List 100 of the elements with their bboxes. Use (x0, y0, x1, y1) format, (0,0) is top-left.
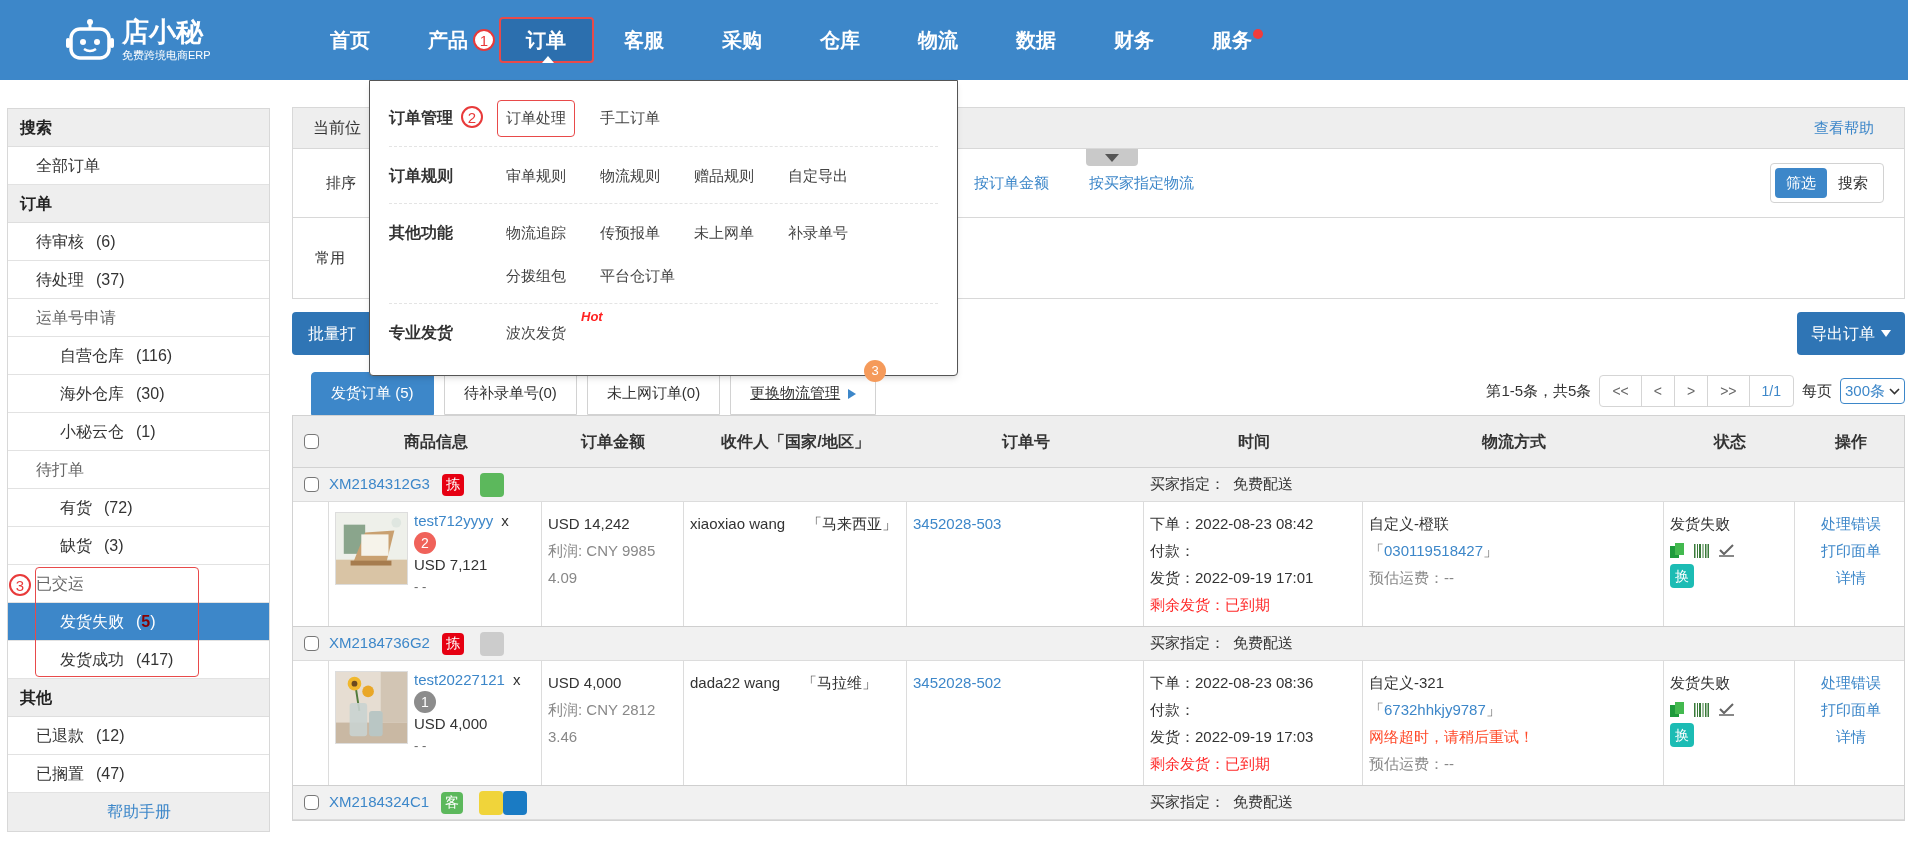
tracking-link[interactable]: 030119518427 (1384, 537, 1483, 564)
pagination-button[interactable]: < (1641, 376, 1675, 406)
nav-tab[interactable]: 首页 (328, 17, 372, 63)
time-text: 下单：2022-08-23 08:36 (1150, 673, 1314, 693)
order-number-link[interactable]: 3452028-502 (913, 674, 1002, 691)
tracking-link[interactable]: 6732hhkjy9787 (1384, 696, 1486, 723)
logistics-name: 自定义-321 (1369, 673, 1445, 693)
order-number-link[interactable]: 3452028-503 (913, 515, 1002, 532)
quantity-multiplier: x (501, 511, 509, 531)
export-orders-button[interactable]: 导出订单 (1797, 312, 1905, 355)
documents-icon (1670, 543, 1684, 558)
logo-tagline: 免费跨境电商ERP (122, 50, 211, 61)
common-filter-label: 常用 (315, 247, 345, 268)
signature-check-icon (1719, 703, 1734, 716)
nav-tab[interactable]: 服务 (1210, 17, 1254, 63)
column-header: 状态 (1712, 431, 1747, 452)
action-link[interactable]: 打印面单 (1820, 696, 1881, 723)
product-link[interactable]: test712yyyy (414, 510, 494, 532)
menu-item[interactable]: 赠品规则 (685, 157, 763, 194)
nav-tab[interactable]: 物流 (916, 17, 960, 63)
menu-item[interactable]: 未上网单 (685, 215, 763, 252)
annotation-number: 2 (461, 106, 483, 128)
filter-mode-toggle[interactable]: 筛选 (1775, 168, 1827, 198)
quantity-multiplier: x (512, 670, 521, 690)
profit-text: 利润: CNY 99854.09 (548, 541, 657, 588)
robot-logo-icon (66, 18, 114, 62)
help-link[interactable]: 查看帮助 (1814, 116, 1874, 140)
menu-item[interactable]: 审单规则 (497, 157, 575, 194)
menu-item[interactable]: 物流规则 (591, 157, 669, 194)
column-header: 订单号 (1000, 431, 1051, 452)
checkbox[interactable] (303, 434, 319, 449)
bracket: 「 (1369, 541, 1384, 561)
checkbox[interactable] (303, 477, 319, 492)
nav-tab[interactable]: 客服 (622, 17, 666, 63)
order-id-link[interactable]: XM2184736G2 (329, 632, 430, 655)
menu-item[interactable]: 波次发货 (497, 315, 575, 352)
hot-label: Hot (581, 308, 603, 326)
status-text: 发货失败 (1670, 514, 1730, 534)
order-amount: USD 4,000 (548, 673, 622, 693)
column-header: 订单金额 (579, 431, 646, 452)
placeholder-dashes: - - (414, 737, 428, 755)
sort-label: 排序 (326, 172, 356, 193)
menu-item[interactable]: 平台仓订单 (591, 257, 684, 294)
shipping-note: 买家指定： 免费配送 (1150, 634, 1294, 652)
menu-item[interactable]: 分拨组包 (497, 257, 575, 294)
pagination-button[interactable]: 1/1 (1749, 376, 1793, 406)
barcode-icon (1694, 702, 1709, 717)
checkbox[interactable] (303, 795, 319, 810)
action-link[interactable]: 处理错误 (1820, 669, 1881, 696)
menu-item[interactable]: 手工订单 (591, 100, 669, 137)
menu-item[interactable]: 传预报单 (591, 215, 669, 252)
pagination-button[interactable]: << (1600, 376, 1642, 406)
action-link[interactable]: 详情 (1835, 564, 1866, 591)
product-link[interactable]: test20227121 (414, 669, 505, 691)
menu-item[interactable]: 自定导出 (779, 157, 857, 194)
unit-price: USD 7,121 (414, 555, 489, 575)
time-text: 发货：2022-09-19 17:01 (1150, 568, 1314, 588)
column-header: 物流方式 (1480, 431, 1547, 452)
nav-tab[interactable]: 财务 (1112, 17, 1156, 63)
shipping-fee: 预估运费：-- (1369, 754, 1454, 774)
sidebar-item[interactable]: 发货失败 (5) (8, 603, 269, 641)
action-link[interactable]: 详情 (1835, 723, 1866, 750)
per-page-select[interactable]: 300条 (1839, 378, 1905, 404)
chevron-down-icon (1889, 387, 1900, 395)
tab[interactable]: 发货订单 (5) (311, 372, 434, 415)
menu-item[interactable]: 物流追踪 (497, 215, 575, 252)
sort-option[interactable]: 按订单金额 (974, 171, 1049, 195)
pagination-button[interactable]: > (1674, 376, 1709, 406)
sort-option[interactable]: 按买家指定物流 (1089, 171, 1194, 195)
column-header: 操作 (1833, 431, 1868, 452)
barcode-icon (1694, 543, 1709, 558)
collapse-handle[interactable] (1086, 149, 1138, 166)
column-header: 收件人「国家/地区」 (720, 431, 871, 452)
order-id-link[interactable]: XM2184324C1 (329, 791, 430, 814)
annotation-number: 1 (473, 29, 495, 51)
time-text: 付款： (1150, 700, 1195, 720)
recipient-text: xiaoxiao wang 「马来西亚」 (690, 515, 898, 532)
unit-price: USD 4,000 (414, 714, 489, 734)
error-message: 网络超时，请稍后重试！ (1369, 727, 1534, 747)
nav-tab[interactable]: 产品 (426, 17, 470, 63)
nav-tab[interactable]: 采购 (720, 17, 764, 63)
menu-section-title: 订单规则 (389, 165, 453, 186)
tag-badge: 拣 (441, 632, 464, 655)
menu-item[interactable]: 订单处理 (497, 100, 575, 137)
nav-tab[interactable]: 订单 (498, 17, 594, 63)
action-link[interactable]: 处理错误 (1820, 510, 1881, 537)
per-page-label: 每页 (1801, 380, 1832, 401)
action-link[interactable]: 打印面单 (1820, 537, 1881, 564)
breadcrumb-label: 当前位 (313, 118, 361, 138)
time-text: 付款： (1150, 541, 1195, 561)
nav-tab[interactable]: 数据 (1014, 17, 1058, 63)
nav-tab[interactable]: 仓库 (818, 17, 862, 63)
order-id-link[interactable]: XM2184312G3 (329, 473, 430, 496)
tag-badge: 拣 (441, 473, 464, 496)
signature-check-icon (1719, 544, 1734, 557)
help-manual-link[interactable]: 帮助手册 (8, 793, 269, 831)
pagination-button[interactable]: >> (1708, 376, 1750, 406)
logo-name: 店小秘 (122, 19, 205, 46)
checkbox[interactable] (303, 636, 319, 651)
menu-item[interactable]: 补录单号 (779, 215, 857, 252)
